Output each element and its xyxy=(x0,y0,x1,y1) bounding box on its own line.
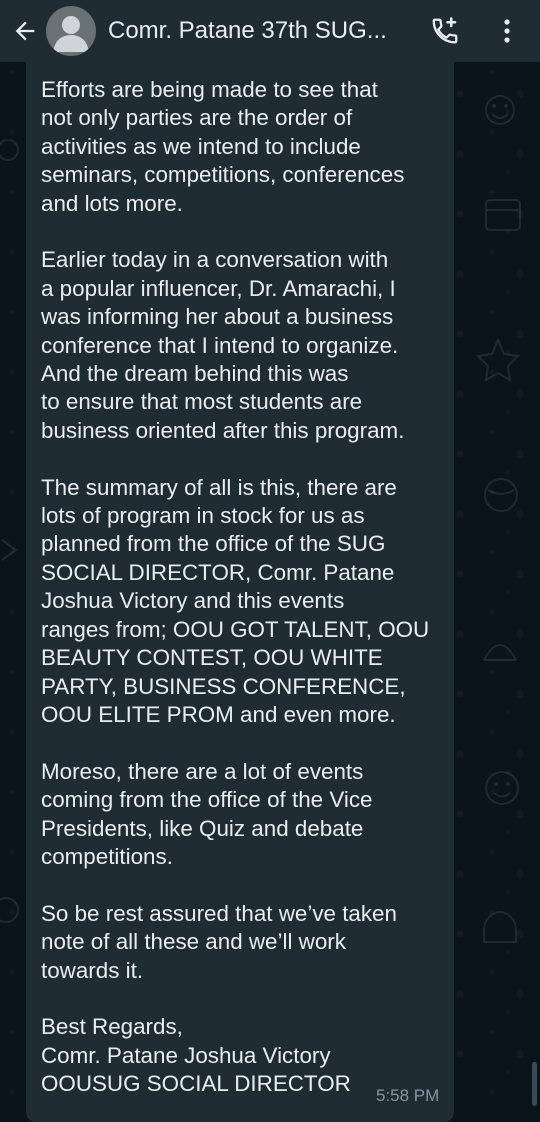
chat-title[interactable]: Comr. Patane 37th SUG... xyxy=(108,17,412,45)
arrow-left-icon xyxy=(15,21,35,41)
message-line: lots of program in stock for us as xyxy=(41,503,365,529)
chat-header: Comr. Patane 37th SUG... xyxy=(0,0,540,62)
message-line: PARTY, BUSINESS CONFERENCE, xyxy=(41,673,406,699)
message-line: activities as we intend to include xyxy=(41,133,361,159)
message-line: business oriented after this program. xyxy=(41,417,405,443)
message-line: note of all these and we’ll work xyxy=(41,929,346,955)
message-line: coming from the office of the Vice xyxy=(41,787,373,813)
message-line: not only parties are the order of xyxy=(41,105,353,131)
message-bubble[interactable]: Efforts are being made to see that not o… xyxy=(26,62,454,1122)
message-timestamp: 5:58 PM xyxy=(376,1086,440,1105)
message-line: was informing her about a business xyxy=(41,304,394,330)
doodle-icon xyxy=(0,139,19,161)
message-line: And the dream behind this was xyxy=(41,361,349,387)
message-line: The summary of all is this, there are xyxy=(41,474,397,500)
message-line: Best Regards, xyxy=(41,1014,183,1040)
doodle-icon xyxy=(485,199,521,231)
message-line: and lots more. xyxy=(41,190,183,216)
message-line: a popular influencer, Dr. Amarachi, I xyxy=(41,275,396,301)
message-line: BEAUTY CONTEST, OOU WHITE xyxy=(41,645,383,671)
message-line: Moreso, there are a lot of events xyxy=(41,758,364,784)
doodle-icon xyxy=(483,644,517,661)
scrollbar-thumb[interactable] xyxy=(532,1062,537,1106)
message-line: planned from the office of the SUG xyxy=(41,531,386,557)
message-line: towards it. xyxy=(41,957,144,983)
message-line: conference that I intend to organize. xyxy=(41,332,399,358)
message-line: SOCIAL DIRECTOR, Comr. Patane xyxy=(41,559,395,585)
message-paragraph: So be rest assured that we’ve taken note… xyxy=(41,900,451,985)
more-options-button[interactable] xyxy=(492,12,522,50)
message-line: ranges from; OOU GOT TALENT, OOU xyxy=(41,616,430,642)
message-paragraph: Moreso, there are a lot of events coming… xyxy=(41,758,451,872)
phone-add-icon xyxy=(432,17,458,44)
doodle-icon xyxy=(483,910,517,943)
message-line: OOU ELITE PROM and even more. xyxy=(41,701,396,727)
doodle-icon xyxy=(484,478,518,512)
doodle-icon xyxy=(475,337,521,382)
doodle-icon xyxy=(1,539,18,561)
message-line: So be rest assured that we’ve taken xyxy=(41,900,397,926)
message-line: OOUSUG SOCIAL DIRECTOR xyxy=(41,1071,351,1097)
doodle-icon xyxy=(485,95,515,125)
message-line: Efforts are being made to see that xyxy=(41,77,378,102)
message-paragraph: The summary of all is this, there are lo… xyxy=(41,474,451,730)
add-call-button[interactable] xyxy=(426,12,464,50)
doodle-icon xyxy=(485,771,519,805)
message-line: Joshua Victory and this events xyxy=(41,588,345,614)
default-person-avatar-icon xyxy=(53,16,89,52)
message-line: Earlier today in a conversation with xyxy=(41,247,389,273)
back-button[interactable] xyxy=(8,13,42,49)
more-vertical-icon xyxy=(504,19,510,43)
doodle-icon xyxy=(0,897,19,923)
message-line: to ensure that most students are xyxy=(41,389,363,415)
message-text: Efforts are being made to see that not o… xyxy=(41,76,451,1099)
message-paragraph: Earlier today in a conversation with a p… xyxy=(41,246,451,445)
message-line: seminars, competitions, conferences xyxy=(41,162,405,188)
message-line: competitions. xyxy=(41,843,173,869)
avatar[interactable] xyxy=(46,6,96,56)
message-line: Presidents, like Quiz and debate xyxy=(41,815,364,841)
message-paragraph: Efforts are being made to see that not o… xyxy=(41,76,451,218)
message-line: Comr. Patane Joshua Victory xyxy=(41,1042,331,1068)
